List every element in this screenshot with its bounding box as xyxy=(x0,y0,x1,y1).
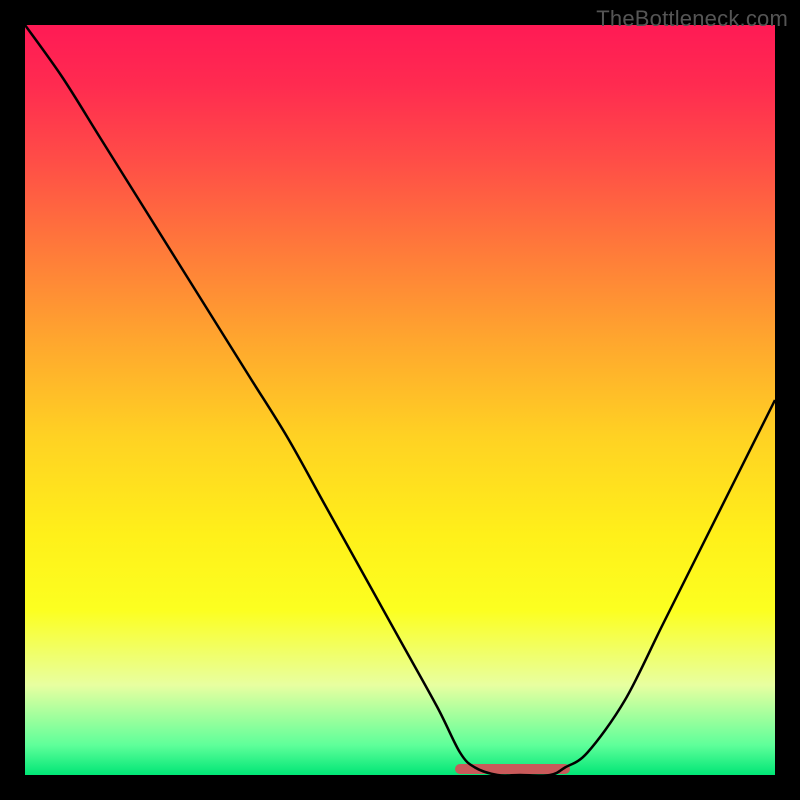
chart-plot-area xyxy=(25,25,775,775)
watermark-text: TheBottleneck.com xyxy=(596,6,788,32)
bottleneck-curve xyxy=(25,25,775,775)
chart-svg xyxy=(25,25,775,775)
